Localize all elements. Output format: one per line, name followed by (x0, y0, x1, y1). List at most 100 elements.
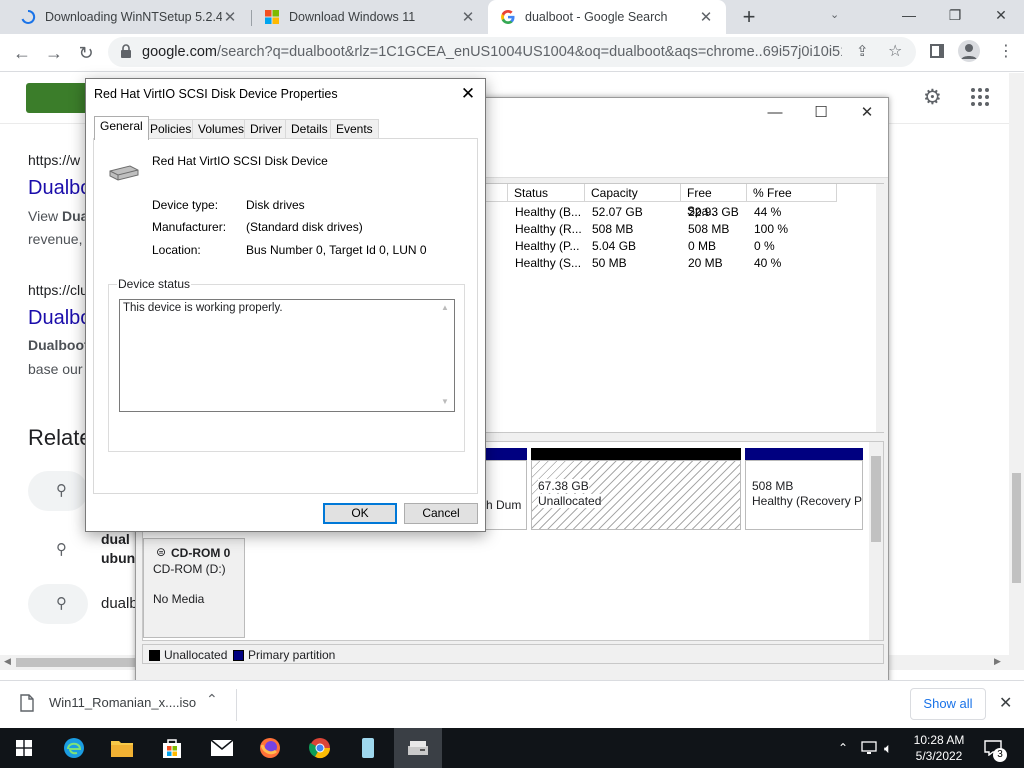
minimize-button[interactable]: — (886, 0, 932, 30)
tab-volumes[interactable]: Volumes (192, 119, 251, 139)
volume-cell: 508 MB (592, 222, 634, 236)
unallocated-block[interactable]: 67.38 GB Unallocated (531, 460, 741, 530)
back-button[interactable]: ← (8, 39, 36, 67)
graph-scrollbar[interactable] (869, 442, 883, 640)
cdrom-disk-label[interactable]: ⊜ CD-ROM 0 CD-ROM (D:) No Media (143, 538, 245, 638)
close-tab-icon[interactable]: ✕ (460, 8, 476, 26)
close-icon[interactable]: ✕ (457, 83, 479, 105)
start-button[interactable] (0, 728, 48, 768)
volume-cell: 100 % (754, 222, 789, 236)
page-vertical-scrollbar[interactable] (1009, 73, 1024, 655)
minimize-button[interactable]: — (752, 102, 798, 124)
apps-grid-icon[interactable] (970, 87, 990, 110)
edge-icon[interactable] (50, 728, 98, 768)
tab-policies[interactable]: Policies (144, 119, 198, 139)
tab-driver[interactable]: Driver (244, 119, 288, 139)
google-doodle-logo[interactable] (26, 83, 88, 113)
cdrom-media: No Media (153, 592, 205, 606)
show-all-button[interactable]: Show all (910, 688, 986, 720)
close-tab-icon[interactable]: ✕ (222, 8, 238, 26)
result-title-link[interactable]: Dualbo (28, 177, 91, 200)
status-scrollbar[interactable]: ▲ ▼ (438, 301, 453, 410)
download-filename[interactable]: Win11_Romanian_x....iso (49, 695, 196, 710)
address-bar[interactable]: google.com/search?q=dualboot&rlz=1C1GCEA… (108, 37, 916, 67)
close-window-button[interactable]: ✕ (978, 0, 1024, 30)
legend-unallocated: Unallocated (149, 648, 227, 662)
firefox-icon[interactable] (246, 728, 294, 768)
manufacturer-label: Manufacturer: (152, 220, 227, 234)
scroll-thumb[interactable] (1012, 473, 1021, 583)
unallocated-size: 67.38 GB (538, 479, 589, 493)
tab-winntsetup[interactable]: Downloading WinNTSetup 5.2.4 ✕ (8, 0, 250, 34)
menu-kebab-icon[interactable]: ⋮ (998, 41, 1014, 61)
scroll-down-arrow[interactable]: ▼ (441, 397, 449, 406)
share-icon[interactable]: ⇪ (856, 42, 869, 60)
volume-cell: Healthy (R... (515, 222, 582, 236)
mail-icon[interactable] (198, 728, 246, 768)
tab-general[interactable]: General (94, 116, 149, 140)
scroll-thumb[interactable] (16, 658, 136, 667)
location-label: Location: (152, 243, 201, 257)
volume-cell: 22.93 GB (688, 205, 739, 219)
column-header-free-space[interactable]: Free Spa... (681, 184, 747, 218)
dialog-title: Red Hat VirtIO SCSI Disk Device Properti… (94, 87, 338, 101)
network-icon[interactable] (861, 728, 877, 768)
chrome-icon[interactable] (296, 728, 344, 768)
column-header-status[interactable]: Status (508, 184, 585, 202)
google-icon (500, 9, 516, 25)
related-searches-heading: Relate (28, 425, 92, 450)
related-search-chip[interactable]: ⚲ dualb (28, 584, 138, 624)
side-panel-icon[interactable] (930, 44, 944, 58)
tab-details[interactable]: Details (285, 119, 334, 139)
volume-cell: Healthy (B... (515, 205, 582, 219)
tab-title: Downloading WinNTSetup 5.2.4 (45, 10, 222, 24)
download-divider (236, 689, 237, 721)
partition-block[interactable]: h Dum (483, 460, 527, 530)
close-tab-icon[interactable]: ✕ (698, 8, 714, 26)
related-search-chip[interactable]: ⚲ (28, 471, 88, 511)
file-explorer-icon[interactable] (98, 728, 146, 768)
list-scrollbar[interactable] (876, 184, 884, 432)
cancel-button[interactable]: Cancel (404, 503, 478, 524)
url-path: /search?q=dualboot&rlz=1C1GCEA_enUS1004U… (216, 44, 842, 60)
close-button[interactable]: ✕ (844, 102, 890, 124)
bookmark-star-icon[interactable]: ☆ (888, 41, 902, 61)
related-search-chip[interactable]: ⚲ dual ubun (28, 528, 135, 572)
volume-icon[interactable]: 🔈︎ (884, 728, 892, 768)
profile-avatar[interactable] (958, 40, 980, 62)
forward-button[interactable]: → (40, 39, 68, 67)
scroll-up-arrow[interactable]: ▲ (441, 303, 449, 312)
maximize-button[interactable]: ☐ (798, 102, 844, 124)
cdrom-name: CD-ROM 0 (171, 546, 231, 560)
device-status-textbox[interactable]: This device is working properly. ▲ ▼ (119, 299, 455, 412)
recovery-partition-block[interactable]: 508 MB Healthy (Recovery P (745, 460, 863, 530)
volume-cell: 508 MB (688, 222, 730, 236)
tab-title: Download Windows 11 (289, 10, 416, 24)
scroll-thumb[interactable] (871, 456, 881, 542)
new-tab-button[interactable]: + (736, 4, 762, 30)
chevron-up-icon[interactable]: ⌃ (206, 691, 218, 708)
close-downloads-icon[interactable]: ✕ (999, 693, 1012, 713)
reload-button[interactable]: ↻ (72, 39, 100, 67)
browser-toolbar: ← → ↻ google.com/search?q=dualboot&rlz=1… (0, 34, 1024, 72)
scroll-right-arrow[interactable]: ▶ (994, 656, 1001, 667)
status-text: This device is working properly. (123, 302, 283, 314)
disk-management-taskbar-icon[interactable] (394, 728, 442, 768)
tab-events[interactable]: Events (330, 119, 379, 139)
tab-download-windows[interactable]: Download Windows 11 ✕ (252, 0, 488, 34)
scroll-left-arrow[interactable]: ◀ (4, 656, 11, 667)
app-icon[interactable] (344, 728, 392, 768)
url-host: google.com (142, 44, 217, 60)
settings-gear-icon[interactable]: ⚙ (923, 85, 942, 110)
ok-button[interactable]: OK (323, 503, 397, 524)
windows-taskbar: ⌃ 🔈︎ 10:28 AM 5/3/2022 3 (0, 728, 1024, 768)
tab-search-icon[interactable]: ⌄ (830, 8, 846, 21)
store-icon[interactable] (148, 728, 196, 768)
restore-button[interactable]: ❐ (932, 0, 978, 30)
show-hidden-icons-chevron[interactable]: ⌃ (838, 728, 848, 768)
result-title-link[interactable]: Dualbo (28, 307, 91, 330)
column-header-capacity[interactable]: Capacity (585, 184, 681, 202)
clock[interactable]: 10:28 AM 5/3/2022 (913, 728, 965, 768)
column-header-percent-free[interactable]: % Free (747, 184, 837, 202)
tab-google-search[interactable]: dualboot - Google Search ✕ (488, 0, 726, 34)
